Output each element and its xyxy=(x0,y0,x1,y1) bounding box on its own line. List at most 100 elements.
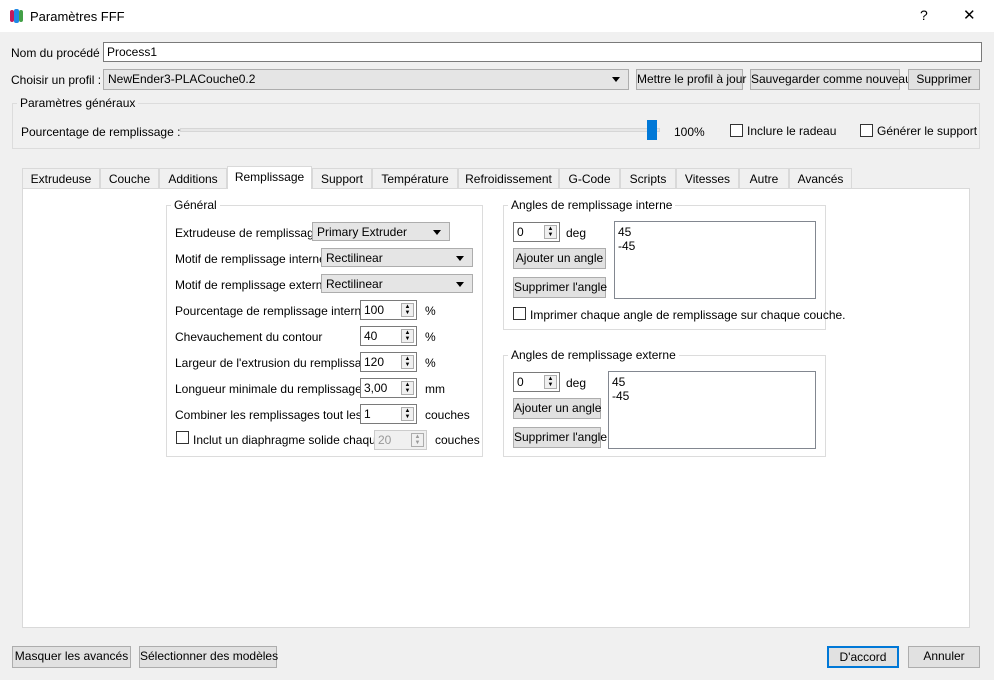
hide-advanced-button[interactable]: Masquer les avancés xyxy=(12,646,131,668)
infill-percentage-label: Pourcentage de remplissage : xyxy=(21,125,181,139)
outline-overlap-value: 40 xyxy=(364,329,378,343)
extrusion-width-value: 120 xyxy=(364,355,385,369)
title-bar: Paramètres FFF ? ✕ xyxy=(0,0,994,32)
external-angles-title: Angles de remplissage externe xyxy=(508,348,679,362)
extrusion-width-spinbox[interactable]: 120 ▲ ▼ xyxy=(360,352,417,372)
internal-angle-spinbox[interactable]: 0 ▲ ▼ xyxy=(513,222,560,242)
tab-refroidissement[interactable]: Refroidissement xyxy=(458,168,559,189)
solid-diaphragm-value: 20 xyxy=(378,433,392,447)
tab-autre[interactable]: Autre xyxy=(739,168,789,189)
support-checkbox[interactable] xyxy=(860,124,873,137)
internal-percentage-unit: % xyxy=(425,304,436,318)
close-button[interactable]: ✕ xyxy=(963,6,976,24)
infill-slider-track[interactable] xyxy=(180,128,660,132)
min-length-unit: mm xyxy=(425,382,445,396)
extruder-label: Extrudeuse de remplissage xyxy=(175,226,321,240)
tab-scripts[interactable]: Scripts xyxy=(620,168,676,189)
external-angles-list[interactable]: 45 -45 xyxy=(608,371,816,449)
window-title: Paramètres FFF xyxy=(30,9,125,24)
update-profile-button[interactable]: Mettre le profil à jour xyxy=(636,69,746,90)
extruder-select[interactable]: Primary Extruder xyxy=(312,222,450,241)
list-item[interactable]: 45 xyxy=(618,225,812,239)
cancel-button[interactable]: Annuler xyxy=(908,646,980,668)
internal-add-angle-button[interactable]: Ajouter un angle xyxy=(513,248,606,269)
list-item[interactable]: -45 xyxy=(618,239,812,253)
chevron-down-icon xyxy=(456,282,464,287)
internal-percentage-value: 100 xyxy=(364,303,385,317)
chevron-down-icon xyxy=(612,77,620,82)
internal-pattern-select[interactable]: Rectilinear xyxy=(321,248,473,267)
tab-panel xyxy=(22,188,970,628)
tab-temp-rature[interactable]: Température xyxy=(372,168,458,189)
internal-angles-list[interactable]: 45 -45 xyxy=(614,221,816,299)
combine-layers-unit: couches xyxy=(425,408,470,422)
spin-arrows-icon[interactable]: ▲ ▼ xyxy=(544,225,557,239)
chevron-down-icon xyxy=(456,256,464,261)
internal-pattern-label: Motif de remplissage interne xyxy=(175,252,326,266)
solid-diaphragm-label: Inclut un diaphragme solide chaque xyxy=(193,433,383,447)
chevron-down-icon xyxy=(433,230,441,235)
external-angle-spinbox[interactable]: 0 ▲ ▼ xyxy=(513,372,560,392)
tab-couche[interactable]: Couche xyxy=(100,168,159,189)
internal-pattern-value: Rectilinear xyxy=(326,251,383,265)
infill-percentage-value: 100% xyxy=(674,125,705,139)
solid-diaphragm-checkbox[interactable] xyxy=(176,431,189,444)
extrusion-width-label: Largeur de l'extrusion du remplissage xyxy=(175,356,375,370)
tab-remplissage[interactable]: Remplissage xyxy=(227,166,312,189)
internal-percentage-spinbox[interactable]: 100 ▲ ▼ xyxy=(360,300,417,320)
external-angle-value: 0 xyxy=(517,375,524,389)
raft-label: Inclure le radeau xyxy=(747,124,837,138)
tab-extrudeuse[interactable]: Extrudeuse xyxy=(22,168,100,189)
tab-support[interactable]: Support xyxy=(312,168,372,189)
internal-remove-angle-button[interactable]: Supprimer l'angle xyxy=(513,277,607,298)
infill-general-title: Général xyxy=(171,198,220,212)
min-length-value: 3,00 xyxy=(364,381,388,395)
extruder-value: Primary Extruder xyxy=(317,225,408,239)
internal-angles-title: Angles de remplissage interne xyxy=(508,198,676,212)
process-name-input[interactable]: Process1 xyxy=(103,42,982,62)
external-angle-unit: deg xyxy=(566,376,587,390)
combine-layers-label: Combiner les remplissages tout les xyxy=(175,408,362,422)
min-length-spinbox[interactable]: 3,00 ▲ ▼ xyxy=(360,378,417,398)
profile-value: NewEnder3-PLACouche0.2 xyxy=(108,72,256,86)
solid-diaphragm-spinbox[interactable]: 20 ▲ ▼ xyxy=(374,430,427,450)
outline-overlap-label: Chevauchement du contour xyxy=(175,330,323,344)
tab-additions[interactable]: Additions xyxy=(159,168,227,189)
spin-arrows-icon[interactable]: ▲ ▼ xyxy=(411,433,424,447)
spin-arrows-icon[interactable]: ▲ ▼ xyxy=(401,329,414,343)
extrusion-width-unit: % xyxy=(425,356,436,370)
raft-checkbox[interactable] xyxy=(730,124,743,137)
tab-vitesses[interactable]: Vitesses xyxy=(676,168,739,189)
profile-select[interactable]: NewEnder3-PLACouche0.2 xyxy=(103,69,629,90)
help-button[interactable]: ? xyxy=(920,7,928,23)
tab-g-code[interactable]: G-Code xyxy=(559,168,620,189)
external-add-angle-button[interactable]: Ajouter un angle xyxy=(513,398,601,419)
spin-arrows-icon[interactable]: ▲ ▼ xyxy=(401,381,414,395)
general-settings-title: Paramètres généraux xyxy=(17,96,139,110)
select-models-button[interactable]: Sélectionner des modèles xyxy=(139,646,278,668)
external-pattern-select[interactable]: Rectilinear xyxy=(321,274,473,293)
spin-arrows-icon[interactable]: ▲ ▼ xyxy=(544,375,557,389)
tab-avanc-s[interactable]: Avancés xyxy=(789,168,852,189)
print-each-angle-checkbox[interactable] xyxy=(513,307,526,320)
save-new-profile-button[interactable]: Sauvegarder comme nouveau xyxy=(750,69,912,90)
outline-overlap-spinbox[interactable]: 40 ▲ ▼ xyxy=(360,326,417,346)
external-pattern-label: Motif de remplissage externe xyxy=(175,278,330,292)
spin-arrows-icon[interactable]: ▲ ▼ xyxy=(401,355,414,369)
outline-overlap-unit: % xyxy=(425,330,436,344)
solid-diaphragm-unit: couches xyxy=(435,433,480,447)
internal-angle-unit: deg xyxy=(566,226,587,240)
external-remove-angle-button[interactable]: Supprimer l'angle xyxy=(513,427,607,448)
external-pattern-value: Rectilinear xyxy=(326,277,383,291)
infill-slider-handle[interactable] xyxy=(647,120,657,140)
combine-layers-spinbox[interactable]: 1 ▲ ▼ xyxy=(360,404,417,424)
internal-angle-value: 0 xyxy=(517,225,524,239)
internal-percentage-label: Pourcentage de remplissage interne xyxy=(175,304,368,318)
ok-button[interactable]: D'accord xyxy=(827,646,899,668)
spin-arrows-icon[interactable]: ▲ ▼ xyxy=(401,303,414,317)
delete-profile-button[interactable]: Supprimer xyxy=(908,69,980,90)
spin-arrows-icon[interactable]: ▲ ▼ xyxy=(401,407,414,421)
list-item[interactable]: 45 xyxy=(612,375,812,389)
support-label: Générer le support xyxy=(877,124,978,138)
list-item[interactable]: -45 xyxy=(612,389,812,403)
